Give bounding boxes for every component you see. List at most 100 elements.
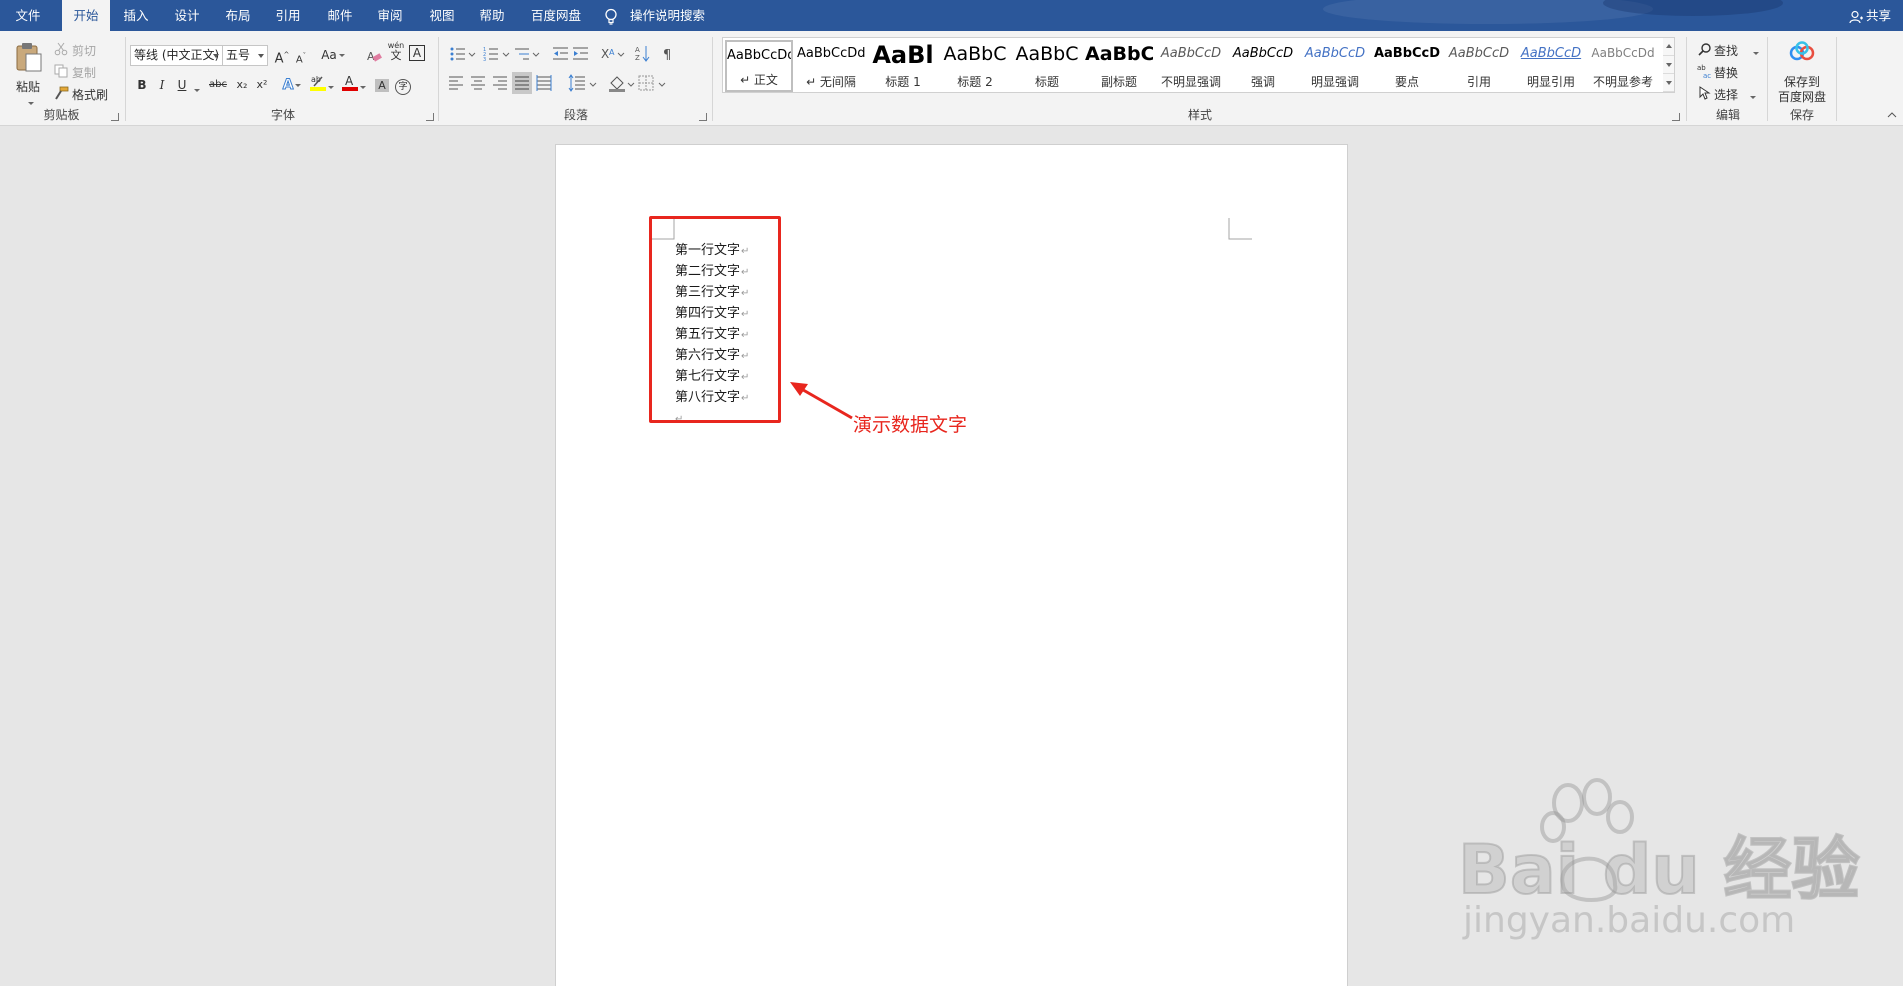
text-effects-icon: A — [282, 77, 294, 94]
copy-icon — [54, 64, 68, 78]
watermark-url: jingyan.baidu.com — [1463, 900, 1796, 941]
underline-dropdown-arrow[interactable] — [192, 83, 200, 97]
select-dropdown-arrow[interactable] — [1748, 90, 1756, 104]
bold-button[interactable]: B — [132, 75, 152, 95]
tab-layout[interactable]: 布局 — [216, 0, 260, 31]
enclose-characters-icon: 字 — [395, 79, 411, 95]
svg-text:A: A — [367, 50, 375, 63]
cursor-arrow-icon — [1699, 86, 1711, 100]
character-border-button[interactable]: A — [409, 45, 425, 61]
numbering-icon: 123 — [483, 47, 498, 63]
subscript-button[interactable]: x₂ — [232, 75, 252, 95]
watermark-brand: Bai du 经验 — [1457, 830, 1860, 911]
tab-view[interactable]: 视图 — [420, 0, 464, 31]
highlight-color-button[interactable]: ab — [308, 73, 336, 93]
svg-text:Z: Z — [635, 54, 640, 62]
format-painter-button[interactable]: 格式刷 — [52, 83, 116, 103]
svg-text:¶: ¶ — [663, 48, 671, 63]
tab-mailings[interactable]: 邮件 — [318, 0, 362, 31]
select-label: 选择 — [1714, 88, 1739, 102]
distributed-icon — [536, 75, 552, 91]
paintbrush-icon — [55, 86, 69, 100]
font-name-combo[interactable]: 等线 (中文正文) — [130, 45, 223, 66]
paragraph-tools-icons: 123 XA AZ ¶ — [449, 46, 671, 94]
replace-button[interactable]: ab ac 替换 — [1696, 61, 1762, 81]
find-button[interactable]: 查找 — [1696, 39, 1762, 59]
tell-me-label: 操作说明搜索 — [630, 8, 706, 23]
font-name-value: 等线 (中文正文) — [134, 48, 220, 62]
line-spacing-icon — [568, 74, 585, 92]
save-to-baidu-netdisk-button[interactable]: 保存到 百度网盘 — [1770, 37, 1834, 105]
group-divider — [438, 37, 439, 121]
editing-group-label: 编辑 — [1715, 108, 1740, 122]
svg-text:X: X — [601, 47, 609, 61]
sort-icon: AZ — [635, 46, 650, 62]
save-group: 保存到 百度网盘 保存 — [1770, 35, 1834, 125]
annotation-highlight-box — [649, 216, 781, 423]
paste-button[interactable]: 粘贴 — [10, 39, 48, 105]
paragraph-dialog-launcher[interactable] — [699, 113, 707, 121]
collapse-ribbon-button[interactable] — [1887, 107, 1897, 121]
tab-review[interactable]: 审阅 — [368, 0, 412, 31]
italic-button[interactable]: I — [152, 75, 172, 95]
enclose-characters-button[interactable]: 字 — [393, 75, 413, 95]
character-shading-icon: A — [375, 79, 389, 92]
change-case-label: Aa — [321, 48, 337, 62]
replace-icon: ab ac — [1697, 64, 1711, 79]
select-button[interactable]: 选择 — [1696, 83, 1762, 103]
strikethrough-button[interactable]: abc — [206, 75, 230, 95]
tab-baidu-netdisk[interactable]: 百度网盘 — [526, 0, 586, 31]
font-size-combo[interactable]: 五号 — [222, 45, 268, 66]
styles-dialog-launcher[interactable] — [1672, 113, 1680, 121]
align-left-icon — [449, 76, 463, 90]
character-shading-button[interactable]: A — [372, 75, 392, 95]
font-dialog-launcher[interactable] — [426, 113, 434, 121]
save-to-netdisk-label: 保存到 百度网盘 — [1770, 75, 1834, 105]
text-effects-button[interactable]: A — [278, 75, 306, 95]
clear-formatting-icon[interactable]: A — [366, 48, 382, 64]
ribbon-tab-bar: 文件 开始 插入 设计 布局 引用 邮件 审阅 视图 帮助 百度网盘 操作说明搜… — [0, 0, 1903, 31]
cut-label: 剪切 — [72, 44, 97, 58]
styles-group-label: 样式 — [1187, 108, 1212, 122]
tab-help[interactable]: 帮助 — [470, 0, 514, 31]
svg-text:A: A — [345, 74, 354, 88]
baidu-netdisk-icon — [1789, 41, 1815, 61]
svg-text:ab: ab — [1697, 64, 1706, 72]
underline-button[interactable]: U — [172, 75, 192, 95]
format-painter-label: 格式刷 — [72, 88, 109, 102]
find-dropdown-arrow[interactable] — [1751, 46, 1759, 60]
decrease-indent-icon — [553, 47, 568, 60]
chinese-layout-icon: XA — [601, 47, 615, 61]
font-size-value: 五号 — [226, 48, 251, 62]
change-case-button[interactable]: Aa — [318, 45, 348, 65]
font-group: 等线 (中文正文) 五号 A^ Aˇ Aa A wén 文 A B I U abc… — [128, 35, 438, 125]
find-label: 查找 — [1714, 44, 1739, 58]
clipboard-group: 粘贴 剪切 复制 格式刷 剪贴板 — [0, 35, 123, 125]
svg-text:ac: ac — [1703, 72, 1711, 79]
align-right-icon — [493, 76, 507, 90]
svg-text:A: A — [609, 48, 615, 57]
share-button[interactable]: 共享 — [1849, 0, 1891, 31]
tab-references[interactable]: 引用 — [266, 0, 310, 31]
superscript-button[interactable]: x² — [252, 75, 272, 95]
tab-design[interactable]: 设计 — [165, 0, 209, 31]
copy-button[interactable]: 复制 — [52, 61, 112, 81]
group-divider — [712, 37, 713, 121]
annotation-arrow-icon — [790, 382, 853, 420]
tab-home[interactable]: 开始 — [62, 0, 110, 31]
shrink-font-button[interactable]: Aˇ — [291, 46, 311, 66]
shading-icon — [609, 76, 625, 92]
save-label-line2: 百度网盘 — [1777, 90, 1826, 104]
tab-insert[interactable]: 插入 — [114, 0, 158, 31]
grow-font-button[interactable]: A^ — [272, 45, 292, 66]
person-icon — [1849, 10, 1863, 23]
scissors-icon — [54, 42, 68, 56]
tell-me-search[interactable]: 操作说明搜索 — [604, 0, 705, 31]
cut-button[interactable]: 剪切 — [52, 39, 112, 59]
phonetic-guide-button[interactable]: wén 文 — [386, 41, 406, 61]
bullets-icon — [450, 47, 465, 61]
tab-file[interactable]: 文件 — [8, 0, 48, 31]
lightbulb-icon — [605, 8, 617, 25]
font-color-button[interactable]: A — [340, 73, 368, 93]
clipboard-dialog-launcher[interactable] — [111, 113, 119, 121]
